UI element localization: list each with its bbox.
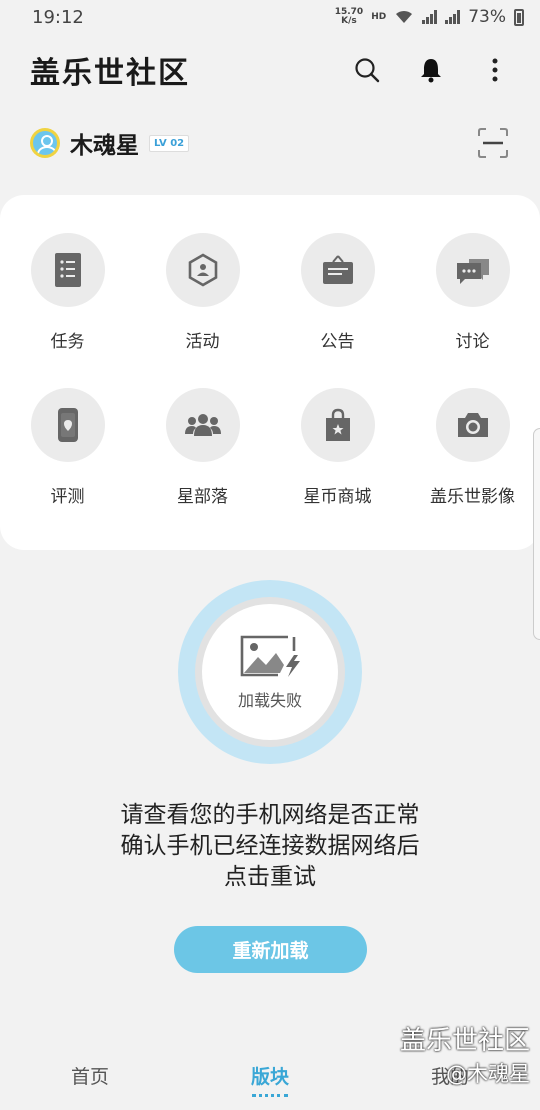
camera-icon xyxy=(457,413,488,437)
section-grid-card: 任务 活动 公告 讨论 评测 星部落 星币商城 盖乐世影像 xyxy=(0,195,540,550)
status-indicators: 15.70 K/s HD 73% xyxy=(335,7,524,27)
grid-item-review[interactable]: 评测 xyxy=(0,388,135,543)
username[interactable]: 木魂星 xyxy=(70,126,139,160)
notice-board-icon xyxy=(322,255,353,284)
user-row[interactable]: 木魂星 LV 02 xyxy=(30,122,510,164)
status-time: 19:12 xyxy=(32,6,84,28)
group-icon xyxy=(184,414,221,436)
signal-icon xyxy=(422,10,438,24)
grid-item-coin-mall[interactable]: 星币商城 xyxy=(270,388,405,543)
grid-item-discussion[interactable]: 讨论 xyxy=(405,233,540,388)
watermark: 盖乐世社区 @木魂星 xyxy=(399,1026,530,1086)
status-bar: 19:12 15.70 K/s HD 73% xyxy=(0,0,540,34)
grid-item-imaging[interactable]: 盖乐世影像 xyxy=(405,388,540,543)
level-badge: LV 02 xyxy=(149,134,190,152)
more-vertical-icon[interactable] xyxy=(480,55,510,85)
broken-image-icon xyxy=(240,635,300,677)
wifi-icon xyxy=(396,10,413,23)
grid-item-label: 星币商城 xyxy=(303,487,372,507)
task-list-icon xyxy=(54,253,81,287)
scan-icon[interactable] xyxy=(476,126,510,160)
app-header: 盖乐世社区 xyxy=(0,40,540,100)
grid-item-label: 公告 xyxy=(320,332,355,352)
shopping-bag-icon xyxy=(325,408,350,441)
nav-home[interactable]: 首页 xyxy=(0,1062,180,1089)
battery-icon xyxy=(514,8,524,26)
signal-4g-icon xyxy=(445,10,461,24)
edge-panel-handle[interactable] xyxy=(533,428,540,640)
grid-item-label: 讨论 xyxy=(455,332,490,352)
load-failed-label: 加载失败 xyxy=(237,691,302,710)
grid-item-notice[interactable]: 公告 xyxy=(270,233,405,388)
bell-icon[interactable] xyxy=(416,55,446,85)
search-icon[interactable] xyxy=(352,55,382,85)
app-title: 盖乐世社区 xyxy=(30,56,190,91)
grid-item-label: 评测 xyxy=(50,487,85,507)
network-error-message: 请查看您的手机网络是否正常 确认手机已经连接数据网络后 点击重试 xyxy=(120,802,420,890)
grid-item-label: 星部落 xyxy=(177,487,228,507)
grid-item-activity[interactable]: 活动 xyxy=(135,233,270,388)
nav-sections[interactable]: 版块 xyxy=(180,1062,360,1097)
grid-item-label: 活动 xyxy=(185,332,220,352)
battery-percent: 73% xyxy=(468,7,506,27)
hd-indicator: HD xyxy=(371,12,387,22)
chat-bubbles-icon xyxy=(456,259,489,284)
reload-button[interactable]: 重新加载 xyxy=(174,926,367,973)
grid-item-task[interactable]: 任务 xyxy=(0,233,135,388)
user-avatar-icon xyxy=(33,131,57,155)
grid-item-label: 盖乐世影像 xyxy=(430,487,515,507)
network-speed: 15.70 K/s xyxy=(334,7,364,26)
grid-item-label: 任务 xyxy=(50,332,85,352)
grid-item-tribe[interactable]: 星部落 xyxy=(135,388,270,543)
phone-review-icon xyxy=(57,408,78,442)
load-failed-indicator: 加载失败 xyxy=(178,580,362,764)
activity-hexagon-icon xyxy=(188,253,217,287)
avatar[interactable] xyxy=(30,128,60,158)
